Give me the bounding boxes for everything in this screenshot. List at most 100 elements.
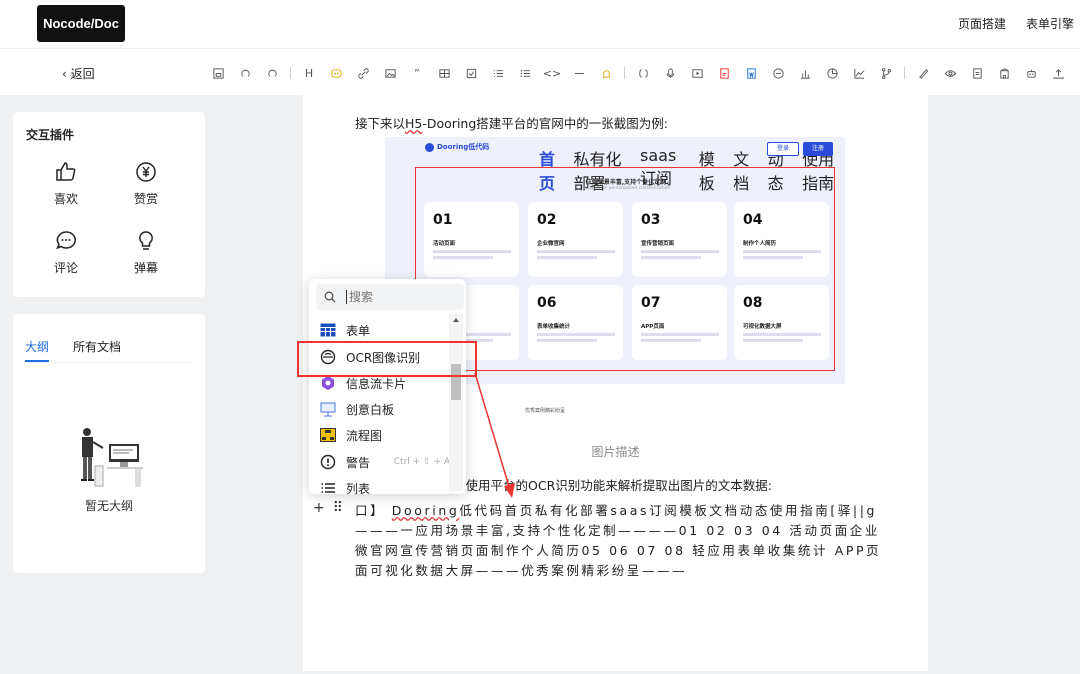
branch-icon[interactable] <box>874 64 898 82</box>
word-icon[interactable] <box>739 64 763 82</box>
app-logo[interactable]: Nocode/Doc <box>37 5 125 42</box>
menu-item-label: 列表 <box>346 481 371 495</box>
add-block-icon[interactable]: + <box>313 500 325 516</box>
insert-block-dropdown: 表单 OCR图像识别 信息流卡片 创意白板 流程图 警告 Ctrl + ⇧ + … <box>309 279 466 494</box>
upload-icon[interactable] <box>1046 64 1070 82</box>
menu-item-label: 信息流卡片 <box>346 376 407 391</box>
menu-item-label: 创意白板 <box>346 402 395 417</box>
list-icon <box>319 479 337 494</box>
comment-icon <box>56 231 76 250</box>
card-number: 02 <box>537 212 557 228</box>
card-line <box>641 256 701 259</box>
menu-item-form[interactable]: 表单 <box>315 317 450 343</box>
menu-item-warning[interactable]: 警告 Ctrl + ⇧ + A <box>315 449 450 475</box>
card-line <box>537 333 615 336</box>
shot-highlight-box: 应用场景丰富,支持个性化定制 Support for personalized … <box>415 167 835 371</box>
horizontal-rule-icon[interactable] <box>567 64 591 82</box>
top-nav: 页面搭建 表单引擎 <box>958 15 1074 32</box>
shot-card: 08 可视化数据大屏 <box>734 285 829 360</box>
robot-icon[interactable] <box>1019 64 1043 82</box>
empty-outline-text: 暂无大纲 <box>84 499 133 513</box>
like-button[interactable]: 喜欢 <box>41 160 91 207</box>
paragraph-intro[interactable]: 接下来以H5-Dooring搭建平台的官网中的一张截图为例: <box>355 113 668 132</box>
back-label: 返回 <box>70 67 95 81</box>
plugins-title: 交互插件 <box>26 128 75 142</box>
code-icon[interactable]: <> <box>540 64 564 82</box>
menu-item-flowchart[interactable]: 流程图 <box>315 422 450 448</box>
document-icon[interactable] <box>965 64 989 82</box>
outline-tabs: 大纲 所有文档 <box>25 338 193 363</box>
emoji-icon[interactable] <box>324 64 348 82</box>
interaction-plugins-panel: 交互插件 喜欢 赞赏 评论 弹幕 <box>13 112 205 297</box>
link-icon[interactable] <box>351 64 375 82</box>
checkbox-icon[interactable] <box>459 64 483 82</box>
menu-item-list[interactable]: 列表 <box>315 475 450 494</box>
card-title: 制作个人简历 <box>743 241 777 247</box>
image-icon[interactable] <box>378 64 402 82</box>
card-number: 06 <box>537 295 557 311</box>
yen-reward-icon <box>136 162 156 182</box>
tab-all-docs[interactable]: 所有文档 <box>73 338 121 362</box>
table-icon[interactable] <box>432 64 456 82</box>
search-icon <box>324 291 336 303</box>
quote-icon[interactable]: ” <box>405 64 429 82</box>
alarm-icon[interactable] <box>594 64 618 82</box>
menu-item-whiteboard[interactable]: 创意白板 <box>315 396 450 422</box>
menu-item-shortcut: Ctrl + ⇧ + A <box>393 457 450 467</box>
table-form-icon <box>319 321 337 339</box>
microphone-icon[interactable] <box>658 64 682 82</box>
card-number: 01 <box>433 212 453 228</box>
heading-icon[interactable]: H <box>297 64 321 82</box>
building-icon[interactable] <box>992 64 1016 82</box>
editor-toolbar: ‹ 返回 H ” <> <box>0 48 1080 95</box>
nav-link-page-builder[interactable]: 页面搭建 <box>958 15 1006 32</box>
whiteboard-icon <box>319 400 337 418</box>
card-line <box>743 256 803 259</box>
tab-outline[interactable]: 大纲 <box>25 338 50 362</box>
card-line <box>641 250 719 253</box>
card-line <box>743 250 821 253</box>
undo-icon[interactable] <box>233 64 257 82</box>
shot-card: 07 APP页面 <box>632 285 727 360</box>
intro-underlined: H5 <box>405 116 423 131</box>
drag-handle-icon[interactable]: ⠿ <box>333 500 343 516</box>
nav-link-form-engine[interactable]: 表单引擎 <box>1026 15 1074 32</box>
preview-eye-icon[interactable] <box>938 64 962 82</box>
brush-icon[interactable] <box>911 64 935 82</box>
shot-logo-mark <box>425 142 434 152</box>
annotation-arrow-icon <box>474 372 515 498</box>
card-title: 宣传营销页面 <box>641 241 675 247</box>
card-title: APP页面 <box>641 324 665 330</box>
comment-button[interactable]: 评论 <box>41 229 91 276</box>
shot-logo: Dooring低代码 <box>425 142 489 152</box>
back-button[interactable]: ‹ 返回 <box>62 65 95 82</box>
ordered-list-icon[interactable] <box>486 64 510 82</box>
pdf-icon[interactable] <box>712 64 736 82</box>
redo-icon[interactable] <box>260 64 284 82</box>
intro-post: -Dooring搭建平台的官网中的一张截图为例: <box>422 116 668 131</box>
shot-register-button: 注册 <box>803 142 833 156</box>
pie-chart-icon[interactable] <box>820 64 844 82</box>
search-input[interactable] <box>346 290 446 304</box>
toolbar-tools: H ” <> <box>206 64 1073 82</box>
shot-subheading: Support for personalized customization <box>581 186 671 191</box>
bar-chart-icon[interactable] <box>793 64 817 82</box>
card-line <box>743 339 803 342</box>
video-icon[interactable] <box>685 64 709 82</box>
reward-button[interactable]: 赞赏 <box>121 160 171 207</box>
danmaku-button[interactable]: 弹幕 <box>121 229 171 276</box>
card-line <box>537 250 615 253</box>
browser-icon[interactable] <box>766 64 790 82</box>
line-chart-icon[interactable] <box>847 64 871 82</box>
paragraph-ocr-result[interactable]: 口】 Dooring低代码首页私有化部署saas订阅模板文档动态使用指南[驿||… <box>355 501 885 581</box>
reward-label: 赞赏 <box>133 192 158 206</box>
intro-pre: 接下来以 <box>355 116 406 131</box>
card-title: 活动页面 <box>433 241 456 247</box>
dropdown-search[interactable] <box>316 284 464 310</box>
bullet-list-icon[interactable] <box>513 64 537 82</box>
embed-code-icon[interactable] <box>631 64 655 82</box>
card-number: 03 <box>641 212 661 228</box>
save-icon[interactable] <box>206 64 230 82</box>
block-handle: + ⠿ <box>313 500 343 516</box>
outline-panel: 大纲 所有文档 暂无大纲 <box>13 314 205 573</box>
